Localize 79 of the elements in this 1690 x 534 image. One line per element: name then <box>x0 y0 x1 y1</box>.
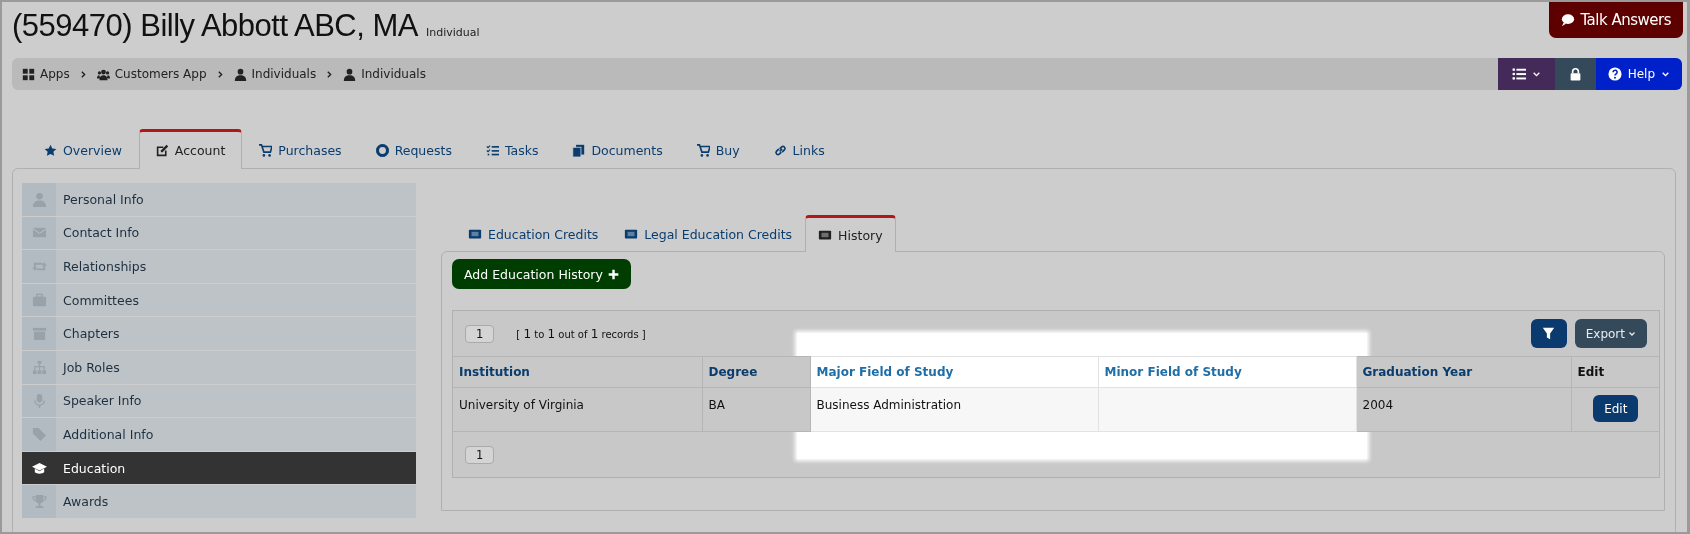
column-header[interactable]: Degree <box>702 356 810 388</box>
table-cell: 2004 <box>1356 387 1571 432</box>
edit-button[interactable]: Edit <box>1593 395 1639 422</box>
column-header[interactable]: Institution <box>453 356 702 388</box>
cart-icon <box>259 143 273 157</box>
archive-icon <box>31 326 47 342</box>
table-cell: BA <box>702 387 810 432</box>
tab[interactable]: Purchases <box>242 131 359 168</box>
sidebar-item[interactable]: Relationships <box>22 250 416 283</box>
help-icon <box>1607 67 1622 81</box>
breadcrumb-link[interactable]: Individuals <box>343 67 426 81</box>
filter-button[interactable] <box>1530 319 1567 348</box>
ticket-icon <box>624 227 639 241</box>
sidebar-item[interactable]: Additional Info <box>22 418 416 451</box>
briefcase-icon <box>31 292 47 308</box>
column-header[interactable]: Major Field of Study <box>810 356 1098 388</box>
tab[interactable]: History <box>805 215 896 252</box>
help-button[interactable]: Help <box>1595 58 1682 90</box>
user-icon <box>31 191 47 207</box>
sidebar-item[interactable]: Speaker Info <box>22 384 416 418</box>
sidebar-item[interactable]: Education <box>22 451 416 485</box>
ticket-icon <box>818 228 833 242</box>
record-count: [ 1 to 1 out of 1 records ] <box>516 326 646 341</box>
tab[interactable]: Overview <box>27 131 139 168</box>
grid-icon <box>22 67 35 81</box>
talk-answers-button[interactable]: Talk Answers <box>1549 2 1683 38</box>
tag-icon <box>31 426 47 442</box>
checklist-icon <box>485 143 499 157</box>
edit-icon <box>155 144 169 157</box>
sidebar-item[interactable]: Contact Info <box>22 216 416 250</box>
tab[interactable]: Requests <box>358 131 469 168</box>
tab[interactable]: Buy <box>679 131 757 168</box>
lock-button[interactable] <box>1554 58 1596 90</box>
list-menu-button[interactable] <box>1497 58 1555 90</box>
sidebar-item[interactable]: Awards <box>22 485 416 518</box>
chevron-right-icon <box>325 69 335 79</box>
lifering-icon <box>375 143 389 157</box>
microphone-icon <box>31 393 47 409</box>
column-header[interactable]: Minor Field of Study <box>1098 356 1356 388</box>
breadcrumb-link[interactable]: Individuals <box>233 67 317 81</box>
export-button[interactable]: Export <box>1574 319 1647 348</box>
tab[interactable]: Documents <box>555 131 680 168</box>
tab[interactable]: Education Credits <box>455 216 612 251</box>
filter-icon <box>1542 327 1556 340</box>
users-icon <box>96 67 110 81</box>
documents-icon <box>572 143 586 157</box>
table-cell: University of Virginia <box>453 387 702 432</box>
sidebar-item[interactable]: Chapters <box>22 317 416 350</box>
column-header: Edit <box>1571 356 1659 388</box>
sidebar-item[interactable]: Personal Info <box>22 183 416 216</box>
cart-icon <box>696 143 710 157</box>
sidebar-item[interactable]: Committees <box>22 283 416 317</box>
tab[interactable]: Account <box>138 129 243 169</box>
user-icon <box>343 67 357 81</box>
star-icon <box>44 143 57 157</box>
add-education-history-button[interactable]: Add Education History <box>452 259 631 289</box>
breadcrumb-link[interactable]: Apps <box>22 67 70 81</box>
column-header[interactable]: Graduation Year <box>1356 356 1571 388</box>
user-icon <box>233 67 247 81</box>
record-type-label: Individual <box>425 26 480 39</box>
plus-icon <box>607 268 619 280</box>
chevron-down-icon <box>1628 329 1636 338</box>
trophy-icon <box>31 494 47 510</box>
tab[interactable]: Legal Education Credits <box>611 216 806 251</box>
sitemap-icon <box>31 359 47 375</box>
page-number[interactable]: 1 <box>465 324 495 343</box>
tab[interactable]: Links <box>756 131 842 168</box>
lock-icon <box>1568 67 1582 81</box>
tab[interactable]: Tasks <box>468 131 556 168</box>
page-title: (559470) Billy Abbott ABC, MA <box>12 8 418 44</box>
list-icon <box>1511 67 1526 81</box>
graduation-cap-icon <box>31 460 47 476</box>
breadcrumb-link[interactable]: Customers App <box>96 67 207 81</box>
ticket-icon <box>468 227 482 241</box>
link-icon <box>773 143 787 157</box>
page-number[interactable]: 1 <box>465 445 495 464</box>
sidebar-item[interactable]: Job Roles <box>22 350 416 384</box>
table-cell: Business Administration <box>810 387 1098 432</box>
comment-icon <box>1561 13 1576 27</box>
